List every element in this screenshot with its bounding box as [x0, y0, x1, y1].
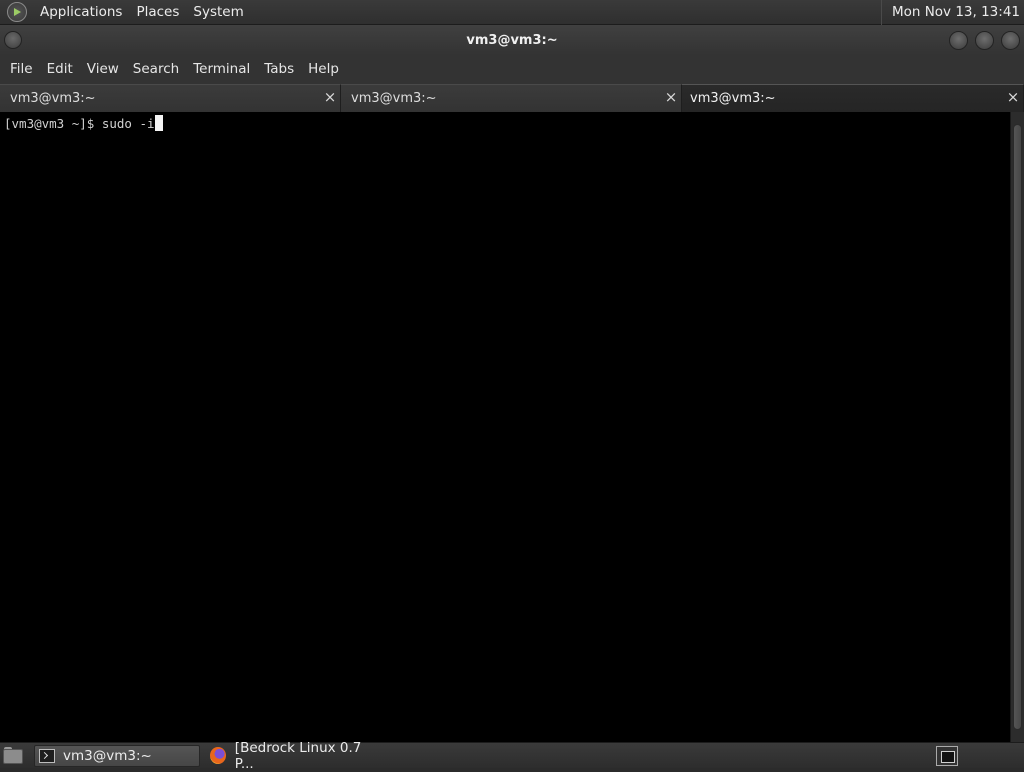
shell-prompt: [vm3@vm3 ~]$	[4, 116, 102, 131]
taskbar-item-browser[interactable]: [Bedrock Linux 0.7 P...	[204, 740, 374, 772]
terminal-scrollbar[interactable]	[1010, 112, 1024, 742]
window-menu-button[interactable]	[4, 31, 22, 49]
typed-command: sudo -i	[101, 116, 155, 131]
window-titlebar[interactable]: vm3@vm3:~	[0, 25, 1024, 55]
terminal-output[interactable]: [vm3@vm3 ~]$ sudo -i	[0, 112, 1010, 742]
terminal-icon	[39, 748, 55, 763]
menu-view[interactable]: View	[80, 55, 126, 84]
taskbar-item-label: [Bedrock Linux 0.7 P...	[234, 739, 362, 772]
tab-2[interactable]: vm3@vm3:~ ×	[341, 84, 682, 112]
tab-label: vm3@vm3:~	[351, 91, 437, 106]
menu-terminal[interactable]: Terminal	[186, 55, 257, 84]
tab-close-icon[interactable]: ×	[323, 90, 337, 105]
tab-1[interactable]: vm3@vm3:~ ×	[0, 84, 341, 112]
menu-edit[interactable]: Edit	[40, 55, 80, 84]
menu-file[interactable]: File	[3, 55, 40, 84]
clock[interactable]: Mon Nov 13, 13:41	[880, 0, 1024, 25]
workspace-switcher-icon[interactable]	[936, 745, 958, 766]
folder-body	[3, 748, 23, 764]
window-title: vm3@vm3:~	[466, 32, 558, 48]
distro-logo-icon[interactable]	[7, 2, 27, 22]
menu-search[interactable]: Search	[126, 55, 186, 84]
close-window-button[interactable]	[1001, 31, 1020, 50]
bottom-panel: vm3@vm3:~ [Bedrock Linux 0.7 P...	[0, 740, 1024, 772]
menu-tabs[interactable]: Tabs	[257, 55, 301, 84]
tab-bar: vm3@vm3:~ × vm3@vm3:~ × vm3@vm3:~ ×	[0, 84, 1024, 112]
maximize-button[interactable]	[975, 31, 994, 50]
taskbar-item-label: vm3@vm3:~	[63, 747, 152, 764]
tab-label: vm3@vm3:~	[690, 91, 776, 106]
menubar: File Edit View Search Terminal Tabs Help	[0, 55, 1024, 84]
scrollbar-thumb[interactable]	[1013, 124, 1022, 730]
applications-menu[interactable]: Applications	[33, 0, 129, 25]
taskbar-item-terminal[interactable]: vm3@vm3:~	[34, 744, 200, 767]
firefox-icon	[210, 747, 226, 764]
tab-close-icon[interactable]: ×	[1006, 90, 1020, 105]
minimize-button[interactable]	[949, 31, 968, 50]
places-menu[interactable]: Places	[129, 0, 186, 25]
system-menu[interactable]: System	[186, 0, 250, 25]
play-icon	[14, 8, 21, 16]
show-desktop-icon[interactable]	[3, 746, 25, 765]
tab-close-icon[interactable]: ×	[664, 90, 678, 105]
tab-3-active[interactable]: vm3@vm3:~ ×	[682, 84, 1024, 112]
top-panel: Applications Places System Mon Nov 13, 1…	[0, 0, 1024, 25]
menu-help[interactable]: Help	[301, 55, 346, 84]
tab-label: vm3@vm3:~	[10, 91, 96, 106]
text-cursor	[154, 115, 163, 131]
